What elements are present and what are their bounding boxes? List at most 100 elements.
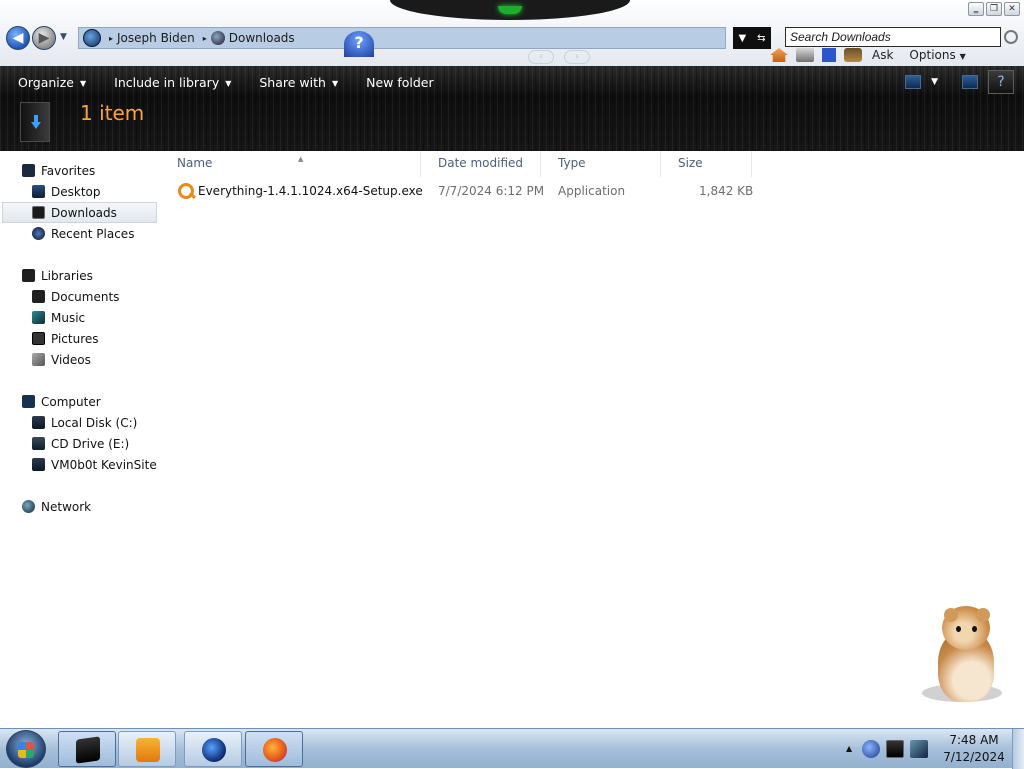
view-tools: ▼ ?	[905, 70, 1014, 94]
nav-item-videos[interactable]: Videos	[0, 349, 160, 370]
ghost-forward-icon: ›	[564, 50, 590, 64]
nav-item-documents[interactable]: Documents	[0, 286, 160, 307]
ask-menu[interactable]: Ask	[872, 48, 893, 62]
show-desktop-button[interactable]	[1012, 729, 1024, 769]
column-header-name[interactable]: Name ▲	[160, 151, 421, 177]
options-menu[interactable]: Options ▼	[909, 48, 965, 62]
nav-label: Videos	[51, 352, 91, 367]
search-icon[interactable]	[1004, 30, 1018, 44]
network-tray-icon[interactable]	[862, 740, 880, 758]
taskbar-app-internet-explorer[interactable]	[184, 731, 242, 767]
help-panel-icon[interactable]: ?	[988, 70, 1014, 94]
nav-item-local-disk[interactable]: Local Disk (C:)	[0, 412, 160, 433]
nav-favorites[interactable]: Favorites	[0, 160, 160, 181]
downloads-icon	[32, 206, 45, 219]
network-icon	[22, 500, 35, 513]
music-icon	[32, 311, 45, 324]
file-date-modified: 7/7/2024 6:12 PM	[438, 184, 545, 198]
show-hidden-icons-icon[interactable]: ▲	[846, 744, 856, 754]
breadcrumb-segment[interactable]: ▸ Downloads	[203, 31, 295, 45]
ghost-back-icon: ‹	[528, 50, 554, 64]
nav-item-desktop[interactable]: Desktop	[0, 181, 160, 202]
file-name[interactable]: Everything-1.4.1.1024.x64-Setup.exe	[198, 184, 423, 198]
column-header-type[interactable]: Type	[541, 151, 661, 177]
breadcrumb-downloads[interactable]: Downloads	[229, 31, 295, 45]
nav-item-recent-places[interactable]: Recent Places	[0, 223, 160, 244]
chevron-down-icon: ▼	[225, 79, 232, 88]
new-folder-button[interactable]: New folder	[354, 72, 446, 93]
windows-logo-icon	[18, 742, 34, 758]
minimize-button[interactable]: ‗	[968, 2, 984, 16]
cd-drive-icon	[32, 437, 45, 450]
nav-item-downloads[interactable]: Downloads	[2, 202, 157, 223]
desktop-icon	[32, 185, 45, 198]
breadcrumb-separator-icon: ▸	[109, 33, 114, 43]
nav-item-music[interactable]: Music	[0, 307, 160, 328]
file-row[interactable]: Everything-1.4.1.1024.x64-Setup.exe 7/7/…	[160, 182, 760, 202]
nav-item-pictures[interactable]: Pictures	[0, 328, 160, 349]
documents-icon	[32, 290, 45, 303]
refresh-icon[interactable]: ⇆	[757, 33, 765, 44]
search-input[interactable]	[785, 27, 1001, 47]
maximize-button[interactable]: ❐	[986, 2, 1002, 16]
location-icon	[83, 29, 101, 47]
media-player-icon	[136, 738, 160, 762]
breadcrumb-segment[interactable]: ▸ Joseph Biden	[109, 31, 195, 45]
item-count: 1 item	[80, 101, 145, 125]
pictures-icon	[32, 332, 45, 345]
clock-time: 7:48 AM	[949, 733, 999, 747]
home-icon[interactable]	[770, 48, 788, 62]
help-icon[interactable]: ?	[344, 31, 374, 57]
nav-libraries[interactable]: Libraries	[0, 265, 160, 286]
top-decoration	[390, 0, 630, 20]
window-top-bar: ‗ ❐ ✕ ◀ ▶ ▼ ▸ Joseph Biden ▸ Downloads ?…	[0, 0, 1024, 66]
nav-label: Pictures	[51, 331, 99, 346]
print-icon[interactable]	[796, 48, 814, 62]
organize-menu[interactable]: Organize ▼	[6, 72, 98, 93]
taskbar-app-firefox[interactable]	[245, 731, 303, 767]
hamster-mascot[interactable]	[920, 600, 1010, 710]
mascot-eye	[972, 626, 977, 632]
page-icon[interactable]	[822, 48, 836, 62]
address-bar[interactable]: ▸ Joseph Biden ▸ Downloads	[78, 27, 726, 49]
recent-places-icon	[32, 227, 45, 240]
chevron-down-icon: ▼	[331, 79, 339, 88]
back-button[interactable]: ◀	[6, 26, 30, 50]
column-header-size[interactable]: Size	[661, 151, 752, 177]
volume-icon[interactable]	[910, 740, 928, 758]
action-center-icon[interactable]	[886, 740, 904, 758]
chevron-down-icon[interactable]: ▼	[931, 77, 938, 87]
mascot-ear	[944, 608, 958, 622]
chevron-down-icon: ▼	[959, 52, 966, 61]
start-button[interactable]	[6, 730, 46, 768]
share-with-label: Share with	[259, 75, 326, 90]
network-drive-icon	[32, 458, 45, 471]
videos-icon	[32, 353, 45, 366]
change-view-icon[interactable]	[905, 75, 922, 89]
include-in-library-menu[interactable]: Include in library ▼	[102, 72, 243, 93]
safety-icon[interactable]	[844, 48, 862, 62]
include-in-library-label: Include in library	[114, 75, 220, 90]
nav-network[interactable]: Network	[0, 496, 160, 517]
options-label: Options	[909, 48, 956, 62]
file-size: 1,842 KB	[699, 184, 754, 198]
clock[interactable]: 7:48 AM 7/12/2024	[940, 731, 1008, 767]
taskbar-app-explorer[interactable]	[58, 731, 116, 767]
forward-button[interactable]: ▶	[32, 26, 56, 50]
share-with-menu[interactable]: Share with ▼	[247, 72, 350, 93]
internet-explorer-icon	[202, 738, 226, 762]
nav-item-cd-drive[interactable]: CD Drive (E:)	[0, 433, 160, 454]
taskbar-app-media-player[interactable]	[118, 731, 176, 767]
navigation-pane: Favorites Desktop Downloads Recent Place…	[0, 151, 160, 728]
recent-pages-dropdown-icon[interactable]: ▼	[60, 32, 67, 42]
breadcrumb-user[interactable]: Joseph Biden	[117, 31, 195, 45]
address-dropdown[interactable]: ▼ ⇆	[733, 27, 771, 49]
close-button[interactable]: ✕	[1004, 2, 1020, 16]
nav-label: Computer	[41, 394, 101, 409]
nav-computer[interactable]: Computer	[0, 391, 160, 412]
preview-pane-icon[interactable]	[962, 75, 978, 89]
nav-label: Recent Places	[51, 226, 135, 241]
nav-item-network-share[interactable]: VM0b0t KevinSite	[0, 454, 160, 475]
column-header-date-modified[interactable]: Date modified	[421, 151, 541, 177]
download-arrow-icon	[31, 115, 41, 129]
